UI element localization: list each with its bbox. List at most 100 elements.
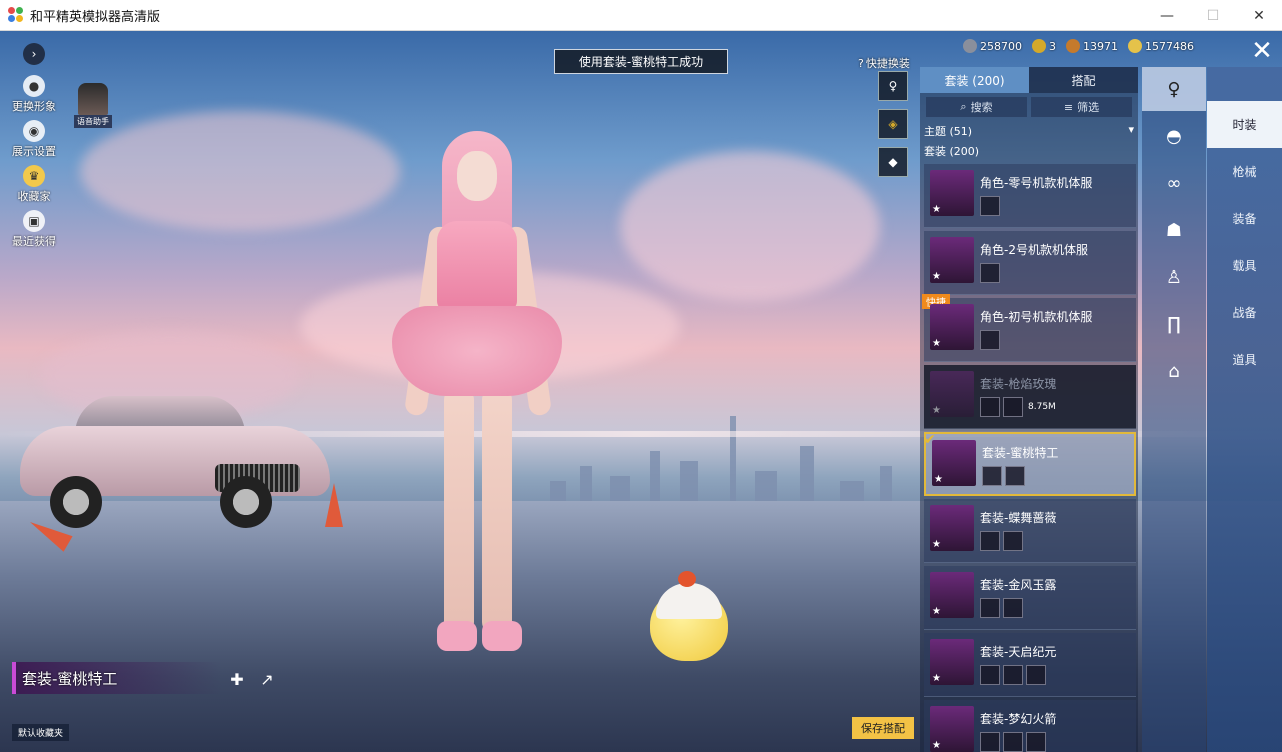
minimize-button[interactable]: — bbox=[1144, 0, 1190, 31]
outfit-thumbnail: ★ bbox=[930, 237, 974, 283]
shoes-icon: ⌂ bbox=[1168, 360, 1180, 382]
quick-slot-2[interactable]: ◈ bbox=[878, 109, 908, 139]
gold-coin-icon bbox=[1128, 39, 1142, 53]
list-item[interactable]: ★ 套装-金风玉露 bbox=[924, 566, 1136, 630]
outfit-list-panel: 套装 (200) 搭配 ⌕ 搜索 ≡ 筛选 主题 (51) ▾ 套装 (200) ★ … bbox=[920, 67, 1138, 752]
change-avatar-button[interactable]: ● 更换形象 bbox=[8, 75, 60, 114]
tab-match[interactable]: 搭配 bbox=[1029, 67, 1138, 93]
close-window-button[interactable]: ✕ bbox=[1236, 0, 1282, 31]
search-button[interactable]: ⌕ 搜索 bbox=[926, 97, 1027, 117]
sub-item[interactable] bbox=[1026, 732, 1046, 752]
star-icon: ★ bbox=[934, 474, 943, 485]
left-side-menu: › ● 更换形象 ◉ 展示设置 ♛ 收藏家 ▣ 最近获得 bbox=[8, 39, 60, 255]
list-item[interactable]: 快捷 ★ 角色-初号机款机体服 bbox=[922, 294, 1136, 362]
quick-change-label[interactable]: ? 快捷换装 bbox=[858, 55, 910, 71]
list-item[interactable]: ★ 角色-零号机款机体服 bbox=[924, 164, 1136, 228]
share-icon[interactable]: ↗ bbox=[256, 668, 278, 690]
sub-item[interactable] bbox=[982, 466, 1002, 486]
sub-item[interactable] bbox=[1026, 665, 1046, 685]
currency-bar: 258700 3 13971 1577486 bbox=[963, 39, 1194, 53]
tab-suits[interactable]: 套装 (200) bbox=[920, 67, 1029, 93]
nav-equipment[interactable]: 装备 bbox=[1207, 195, 1282, 242]
outfit-thumbnail: ★ bbox=[932, 440, 976, 486]
nav-guns[interactable]: 枪械 bbox=[1207, 148, 1282, 195]
sub-item[interactable] bbox=[980, 196, 1000, 216]
eye-icon: ◉ bbox=[23, 120, 45, 142]
list-item-selected[interactable]: ✔ ★ 套装-蜜桃特工 bbox=[924, 432, 1136, 496]
suit-section: 套装 (200) bbox=[924, 145, 980, 158]
sub-item[interactable] bbox=[980, 263, 1000, 283]
category-column: ♀ ◓ ∞ ☗ ♙ ∏ ⌂ bbox=[1142, 67, 1206, 752]
category-outfit[interactable]: ♀ bbox=[1142, 67, 1206, 111]
close-icon[interactable]: ✕ bbox=[1245, 36, 1279, 66]
crown-icon: ♛ bbox=[23, 165, 45, 187]
badge-coin-icon bbox=[1032, 39, 1046, 53]
category-mask[interactable]: ☗ bbox=[1142, 208, 1206, 252]
list-item[interactable]: ★ 套装-枪焰玫瑰 8.75M bbox=[924, 365, 1136, 429]
outfit-thumbnail: ★ bbox=[930, 639, 974, 685]
category-top[interactable]: ♙ bbox=[1142, 255, 1206, 299]
filter-icon: ≡ bbox=[1063, 100, 1074, 114]
player-character[interactable] bbox=[382, 131, 572, 671]
category-glasses[interactable]: ∞ bbox=[1142, 161, 1206, 205]
list-item[interactable]: ★ 套装-蝶舞蔷薇 bbox=[924, 499, 1136, 563]
nav-battle-prep[interactable]: 战备 bbox=[1207, 289, 1282, 336]
traffic-cone bbox=[325, 483, 343, 527]
sub-item[interactable] bbox=[980, 732, 1000, 752]
sub-item[interactable] bbox=[980, 665, 1000, 685]
category-shoes[interactable]: ⌂ bbox=[1142, 349, 1206, 393]
star-icon: ★ bbox=[932, 338, 941, 349]
sub-item[interactable] bbox=[1003, 598, 1023, 618]
window-titlebar: 和平精英模拟器高清版 — ☐ ✕ bbox=[0, 0, 1282, 31]
game-viewport: › ● 更换形象 ◉ 展示设置 ♛ 收藏家 ▣ 最近获得 语音助手 使用套装-蜜… bbox=[0, 31, 1282, 752]
sub-item[interactable] bbox=[1003, 732, 1023, 752]
mask-icon: ☗ bbox=[1165, 219, 1183, 241]
sub-item[interactable] bbox=[1003, 665, 1023, 685]
maximize-button[interactable]: ☐ bbox=[1190, 0, 1236, 31]
recently-obtained-button[interactable]: ▣ 最近获得 bbox=[8, 210, 60, 249]
search-icon: ⌕ bbox=[960, 100, 967, 113]
chick-pet bbox=[650, 571, 728, 661]
sub-item[interactable] bbox=[980, 397, 1000, 417]
outfit-thumbnail: ★ bbox=[930, 505, 974, 551]
download-size: 8.75M bbox=[1028, 402, 1056, 412]
current-outfit-name: 套装-蜜桃特工 bbox=[22, 669, 118, 688]
list-item[interactable]: ★ 套装-梦幻火箭 bbox=[924, 700, 1136, 752]
sub-item[interactable] bbox=[1003, 397, 1023, 417]
collector-button[interactable]: ♛ 收藏家 bbox=[8, 165, 60, 204]
dropdown-arrow-icon: ▾ bbox=[1128, 123, 1134, 136]
nav-vehicles[interactable]: 载具 bbox=[1207, 242, 1282, 289]
bronze-coin-icon bbox=[1066, 39, 1080, 53]
current-outfit-label: 套装-蜜桃特工 bbox=[12, 662, 222, 694]
pink-car bbox=[20, 396, 330, 531]
category-pants[interactable]: ∏ bbox=[1142, 302, 1206, 346]
category-hat[interactable]: ◓ bbox=[1142, 114, 1206, 158]
voice-assistant-button[interactable]: 语音助手 bbox=[74, 83, 112, 128]
sub-item[interactable] bbox=[1003, 531, 1023, 551]
list-item[interactable]: ★ 角色-2号机款机体服 bbox=[924, 231, 1136, 295]
quick-slot-1[interactable]: ♀ bbox=[878, 71, 908, 101]
sub-item[interactable] bbox=[980, 598, 1000, 618]
sub-item[interactable] bbox=[1005, 466, 1025, 486]
list-item[interactable]: ★ 套装-天启纪元 bbox=[924, 633, 1136, 697]
nav-items[interactable]: 道具 bbox=[1207, 336, 1282, 383]
help-icon: ? bbox=[858, 56, 864, 70]
add-favorite-icon[interactable]: ✚ bbox=[226, 668, 248, 690]
theme-section[interactable]: 主题 (51) ▾ bbox=[920, 121, 1138, 141]
display-settings-button[interactable]: ◉ 展示设置 bbox=[8, 120, 60, 159]
outfit-thumbnail: ★ bbox=[930, 371, 974, 417]
glasses-icon: ∞ bbox=[1166, 172, 1182, 194]
default-favorites[interactable]: 默认收藏夹 bbox=[12, 724, 70, 741]
star-icon: ★ bbox=[932, 740, 941, 751]
filter-button[interactable]: ≡ 筛选 bbox=[1031, 97, 1132, 117]
pants-icon: ∏ bbox=[1167, 313, 1181, 335]
expand-arrow-icon[interactable]: › bbox=[23, 43, 45, 65]
nav-fashion[interactable]: 时装 bbox=[1207, 101, 1282, 148]
currency-bronze: 13971 bbox=[1066, 39, 1118, 53]
star-icon: ★ bbox=[932, 606, 941, 617]
quick-slot-3[interactable]: ◆ bbox=[878, 147, 908, 177]
sub-item[interactable] bbox=[980, 330, 1000, 350]
outfit-thumbnail: ★ bbox=[930, 170, 974, 216]
save-outfit-button[interactable]: 保存搭配 bbox=[852, 717, 914, 739]
sub-item[interactable] bbox=[980, 531, 1000, 551]
